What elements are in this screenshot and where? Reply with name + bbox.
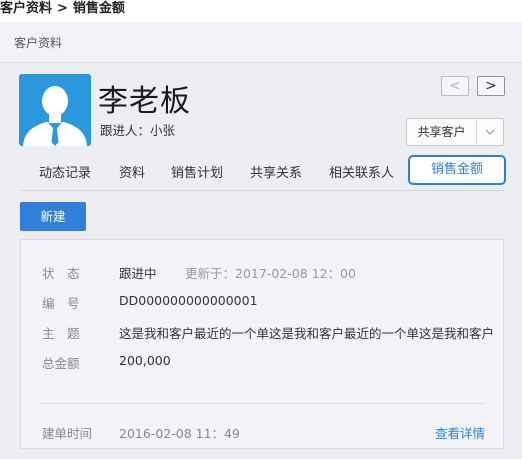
updated-time: 更新于：2017-02-08 12：00: [185, 266, 356, 281]
panel-title: 客户资料: [14, 36, 63, 50]
next-button[interactable]: >: [477, 76, 505, 96]
chevron-right-icon: >: [485, 78, 497, 94]
share-customer-group: 共享客户: [406, 118, 504, 146]
created-value: 2016-02-08 11：49: [119, 426, 240, 441]
tab-profile[interactable]: 资料: [119, 162, 145, 181]
subject-value: 这是我和客户最近的一个单这是我和客户最近的一个单这是我和客户: [119, 326, 495, 341]
created-label: 建单时间: [42, 426, 93, 441]
view-details-link[interactable]: 查看详情: [435, 423, 485, 442]
breadcrumb-parent[interactable]: 客户资料: [0, 1, 52, 16]
new-button[interactable]: 新建: [20, 202, 86, 231]
number-label: 编 号: [42, 296, 80, 311]
tab-sales-plan[interactable]: 销售计划: [171, 162, 223, 181]
subject-label: 主 题: [42, 326, 80, 341]
chevron-down-icon: [485, 129, 495, 135]
chevron-left-icon: <: [449, 78, 461, 94]
share-customer-button[interactable]: 共享客户: [407, 119, 477, 145]
tab-sales-amount[interactable]: 销售金额: [408, 155, 506, 185]
breadcrumb-separator: >: [57, 1, 68, 16]
panel-header: 客户资料: [0, 22, 522, 63]
amount-label: 总金额: [42, 356, 80, 371]
tab-sharing[interactable]: 共享关系: [250, 162, 302, 181]
amount-value: 200,000: [119, 353, 171, 368]
tab-bar: 动态记录 资料 销售计划 共享关系 相关联系人 销售金额: [20, 152, 506, 191]
breadcrumb: 客户资料 > 销售金额: [0, 0, 125, 17]
user-avatar-icon: [19, 74, 91, 146]
card-divider: [39, 403, 485, 404]
customer-panel: 客户资料 李老板 跟进人：小张 < > 共享客户 动态记录 资料 销售计划 共享…: [0, 22, 522, 459]
tab-contacts[interactable]: 相关联系人: [329, 162, 394, 181]
share-dropdown-button[interactable]: [477, 119, 503, 145]
tab-activity[interactable]: 动态记录: [39, 162, 91, 181]
number-value: DD000000000000001: [119, 293, 258, 308]
avatar-silhouette: [19, 74, 91, 146]
status-label: 状 态: [42, 266, 80, 281]
customer-name: 李老板: [98, 84, 191, 119]
breadcrumb-current: 销售金额: [72, 1, 125, 16]
status-value: 跟进中: [119, 266, 157, 281]
sales-record-card: 状 态 跟进中 更新于：2017-02-08 12：00 编 号 DD00000…: [20, 239, 504, 449]
follower-text: 跟进人：小张: [100, 123, 176, 138]
prev-button[interactable]: <: [441, 76, 469, 96]
